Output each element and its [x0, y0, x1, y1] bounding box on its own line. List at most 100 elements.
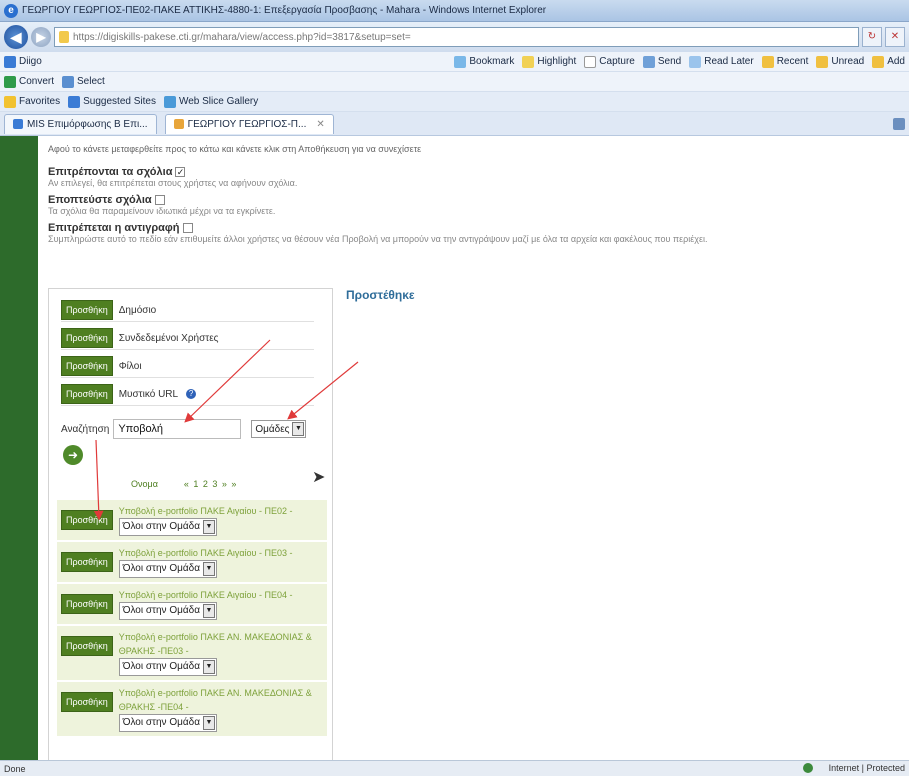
allow-copying-checkbox[interactable]	[182, 223, 193, 234]
star-icon	[4, 95, 16, 108]
role-select[interactable]: Όλοι στην Ομάδα ▼	[118, 714, 217, 732]
navigation-bar: ◀ ▶ https://digiskills-pakese.cti.gr/mah…	[0, 22, 909, 52]
result-row: Προσθήκη Υποβολή e-portfolio ΠΑΚΕ Αιγαίο…	[57, 583, 327, 624]
send-button[interactable]: Send	[642, 55, 681, 68]
select-button[interactable]: Select	[62, 75, 105, 88]
security-zone: Internet | Protected	[828, 763, 905, 773]
lock-icon	[59, 31, 69, 43]
bookmark-icon	[454, 55, 467, 68]
option-allow-comments: Επιτρέπονται τα σχόλια ✓ Αν επιλεγεί, θα …	[48, 166, 298, 188]
search-label: Αναζήτηση	[61, 423, 110, 435]
search-row: Αναζήτηση Ομάδες ▼	[61, 419, 307, 439]
ie-icon: e	[4, 3, 18, 18]
address-bar[interactable]: https://digiskills-pakese.cti.gr/mahara/…	[54, 27, 859, 47]
refresh-icon[interactable]: ↻	[862, 27, 882, 47]
search-go-button[interactable]: ➜	[63, 445, 83, 465]
add-loggedin-button[interactable]: Προσθήκη	[61, 328, 113, 348]
mouse-cursor-icon: ➤	[312, 469, 326, 486]
page-icon	[173, 119, 184, 129]
result-row: Προσθήκη Υποβολή e-portfolio ΠΑΚΕ ΑΝ. ΜΑ…	[57, 681, 327, 736]
moderate-comments-checkbox[interactable]	[154, 195, 165, 206]
add-result-button[interactable]: Προσθήκη	[61, 552, 113, 572]
access-form: Αφού το κάνετε μεταφερθείτε προς το κάτω…	[48, 136, 898, 760]
suggested-sites-icon	[68, 95, 81, 108]
allow-comments-checkbox[interactable]: ✓	[175, 167, 186, 178]
close-tab-icon[interactable]: ✕	[316, 119, 324, 130]
recent-button[interactable]: Recent	[761, 55, 808, 68]
convert-toolbar: Convert Select	[0, 72, 909, 92]
add-row-secret-url: Προσθήκη Μυστικό URL ?	[61, 383, 314, 406]
add-secret-url-button[interactable]: Προσθήκη	[61, 384, 113, 404]
add-result-button[interactable]: Προσθήκη	[61, 692, 113, 712]
chevron-down-icon: ▼	[292, 422, 305, 436]
suggested-sites-link[interactable]: Suggested Sites	[68, 95, 156, 108]
add-public-button[interactable]: Προσθήκη	[61, 300, 113, 320]
add-result-button[interactable]: Προσθήκη	[61, 510, 113, 530]
sort-by-name-link[interactable]: Ονομα	[131, 479, 158, 489]
address-url: https://digiskills-pakese.cti.gr/mahara/…	[73, 31, 411, 43]
window-title: ΓΕΩΡΓΙΟΥ ΓΕΩΡΓΙΟΣ-ΠΕ02-ΠΑΚΕ ΑΤΤΙΚΗΣ-4880…	[22, 5, 547, 16]
unread-button[interactable]: Unread	[816, 55, 864, 68]
unread-folder-icon	[816, 55, 829, 68]
role-select[interactable]: Όλοι στην Ομάδα ▼	[118, 560, 217, 578]
favorites-button[interactable]: Favorites	[4, 95, 60, 108]
web-slice-gallery-link[interactable]: Web Slice Gallery	[163, 95, 258, 108]
bookmark-button[interactable]: Bookmark	[454, 55, 514, 68]
add-row-friends: Προσθήκη Φίλοι	[61, 355, 314, 378]
web-slice-icon	[163, 95, 176, 108]
convert-button[interactable]: Convert	[4, 75, 54, 88]
highlight-button[interactable]: Highlight	[522, 55, 576, 68]
add-row-loggedin: Προσθήκη Συνδεδεμένοι Χρήστες	[61, 327, 314, 350]
capture-icon	[584, 55, 597, 68]
window-titlebar: e ΓΕΩΡΓΙΟΥ ΓΕΩΡΓΙΟΣ-ΠΕ02-ΠΑΚΕ ΑΤΤΙΚΗΣ-48…	[0, 0, 909, 22]
results-pager: Ονομα « 1 2 3 » »	[131, 479, 237, 489]
back-icon[interactable]: ◀	[4, 25, 28, 49]
globe-icon	[802, 763, 813, 773]
role-select[interactable]: Όλοι στην Ομάδα ▼	[118, 518, 217, 536]
tab-mis[interactable]: MIS Επιμόρφωσης Β Επι...	[4, 113, 157, 134]
convert-icon	[4, 75, 16, 88]
diigo-button[interactable]: Diigo	[4, 55, 42, 68]
search-input[interactable]	[113, 419, 242, 439]
add-result-button[interactable]: Προσθήκη	[61, 636, 113, 656]
role-select[interactable]: Όλοι στην Ομάδα ▼	[118, 658, 217, 676]
select-icon	[62, 75, 75, 88]
recent-folder-icon	[761, 55, 774, 68]
result-row: Προσθήκη Υποβολή e-portfolio ΠΑΚΕ Αιγαίο…	[57, 499, 327, 540]
chevron-down-icon: ▼	[203, 520, 215, 534]
highlight-icon	[522, 55, 535, 68]
role-select[interactable]: Όλοι στην Ομάδα ▼	[118, 602, 217, 620]
send-icon	[642, 55, 655, 68]
add-button[interactable]: Add	[872, 55, 905, 68]
intro-text: Αφού το κάνετε μεταφερθείτε προς το κάτω…	[48, 144, 422, 154]
stop-icon[interactable]: ✕	[885, 27, 905, 47]
add-row-public: Προσθήκη Δημόσιο	[61, 299, 314, 322]
status-bar: Done Internet | Protected	[0, 760, 909, 776]
read-later-button[interactable]: Read Later	[689, 55, 754, 68]
diigo-toolbar: Diigo Bookmark Highlight Capture Send Re…	[0, 52, 909, 72]
info-icon[interactable]: ?	[186, 389, 197, 399]
option-moderate-comments: Εποπτεύστε σχόλια Τα σχόλια θα παραμείνο…	[48, 194, 276, 216]
tabs-bar: MIS Επιμόρφωσης Β Επι... ΓΕΩΡΓΙΟΥ ΓΕΩΡΓΙ…	[0, 112, 909, 136]
add-friends-button[interactable]: Προσθήκη	[61, 356, 113, 376]
forward-icon[interactable]: ▶	[31, 27, 51, 47]
diigo-icon	[4, 55, 16, 68]
chevron-down-icon: ▼	[203, 604, 215, 618]
chevron-down-icon: ▼	[203, 660, 215, 674]
home-icon[interactable]	[893, 117, 905, 130]
search-type-select[interactable]: Ομάδες ▼	[251, 420, 307, 438]
result-row: Προσθήκη Υποβολή e-portfolio ΠΑΚΕ ΑΝ. ΜΑ…	[57, 625, 327, 680]
option-allow-copying: Επιτρέπεται η αντιγραφή Συμπληρώστε αυτό…	[48, 222, 708, 244]
status-text: Done	[4, 763, 26, 774]
page-links[interactable]: « 1 2 3 » »	[184, 479, 238, 489]
added-heading: Προστέθηκε	[346, 288, 415, 302]
page-icon	[13, 119, 23, 129]
access-panel: Προσθήκη Δημόσιο Προσθήκη Συνδεδεμένοι Χ…	[48, 288, 333, 760]
add-icon	[872, 55, 885, 68]
page-area: Αφού το κάνετε μεταφερθείτε προς το κάτω…	[0, 136, 909, 760]
add-result-button[interactable]: Προσθήκη	[61, 594, 113, 614]
left-sidebar-strip	[0, 136, 38, 760]
capture-button[interactable]: Capture	[584, 55, 635, 68]
tab-mahara[interactable]: ΓΕΩΡΓΙΟΥ ΓΕΩΡΓΙΟΣ-Π... ✕	[164, 113, 334, 134]
chevron-down-icon: ▼	[203, 562, 215, 576]
